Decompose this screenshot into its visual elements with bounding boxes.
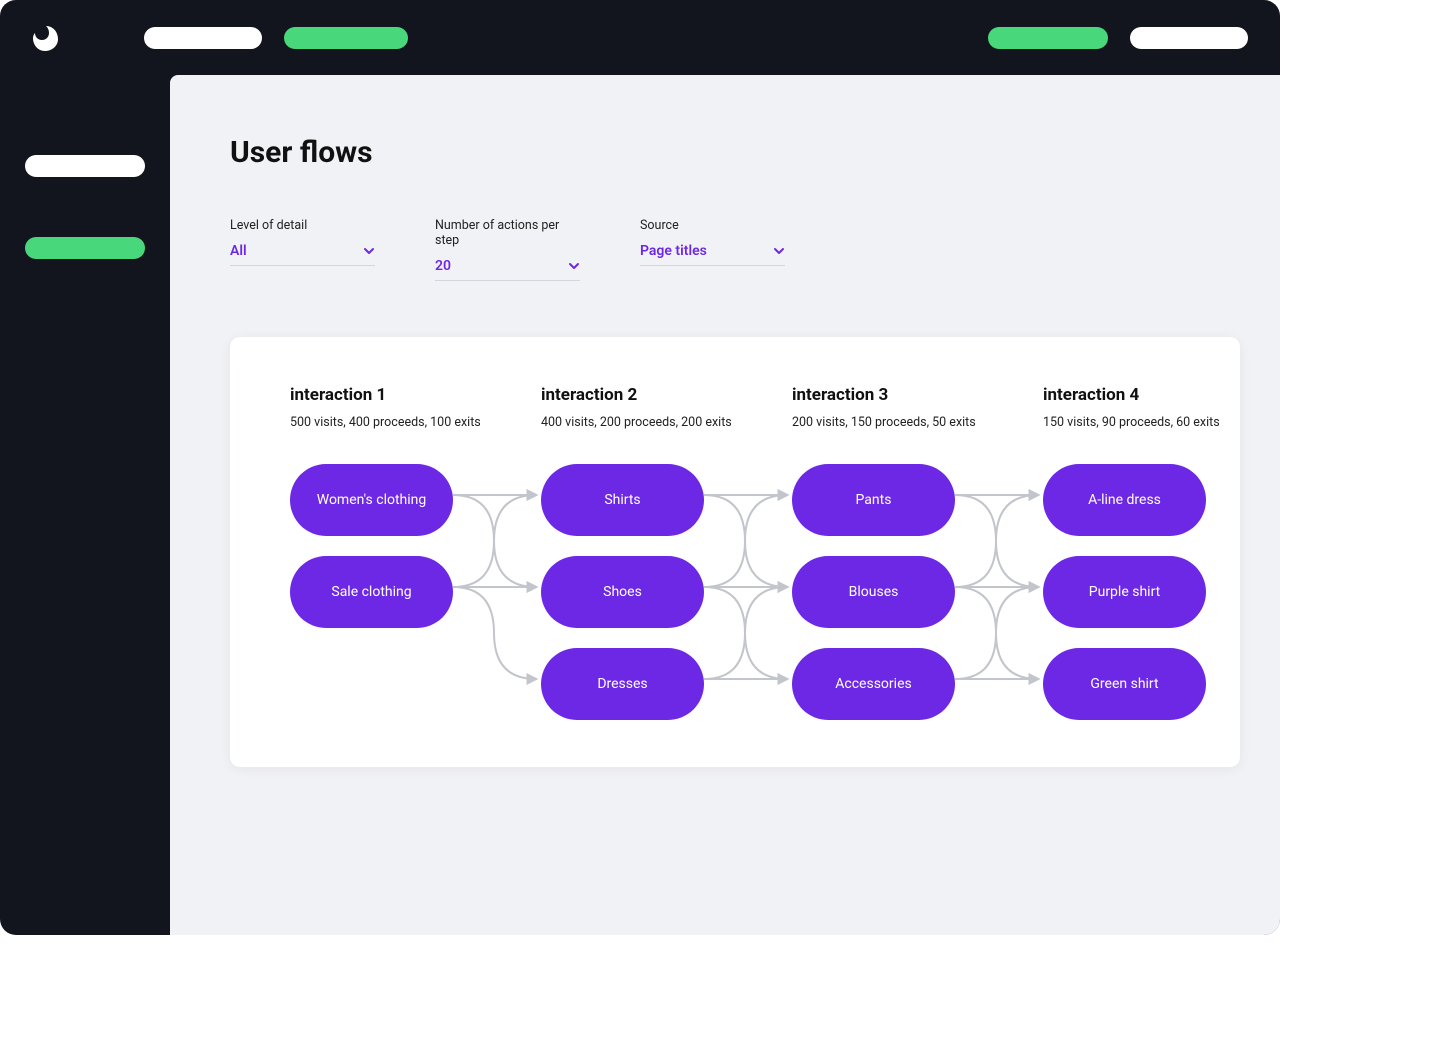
- filter-value: Page titles: [640, 243, 707, 259]
- page-title: User flows: [230, 135, 1280, 170]
- flow-column: interaction 4 150 visits, 90 proceeds, 6…: [1043, 385, 1206, 720]
- flow-node[interactable]: Green shirt: [1043, 648, 1206, 720]
- flow-column: interaction 2 400 visits, 200 proceeds, …: [541, 385, 704, 720]
- chevron-down-icon: [568, 260, 580, 272]
- flow-column-title: interaction 3: [792, 385, 955, 405]
- flow-column-stats: 400 visits, 200 proceeds, 200 exits: [541, 415, 704, 430]
- flow-diagram: interaction 1 500 visits, 400 proceeds, …: [290, 385, 1210, 715]
- flow-columns: interaction 1 500 visits, 400 proceeds, …: [290, 385, 1210, 720]
- flow-column-title: interaction 1: [290, 385, 453, 405]
- flow-node[interactable]: Sale clothing: [290, 556, 453, 628]
- filter-level-of-detail: Level of detail All: [230, 218, 375, 281]
- flow-column-stats: 200 visits, 150 proceeds, 50 exits: [792, 415, 955, 430]
- topbar-action-primary[interactable]: [988, 27, 1108, 49]
- flow-column: interaction 3 200 visits, 150 proceeds, …: [792, 385, 955, 720]
- flow-column-stats: 500 visits, 400 proceeds, 100 exits: [290, 415, 453, 430]
- filter-level-of-detail-select[interactable]: All: [230, 243, 375, 266]
- flow-node[interactable]: A-line dress: [1043, 464, 1206, 536]
- filter-actions-per-step: Number of actions per step 20: [435, 218, 580, 281]
- filter-source-select[interactable]: Page titles: [640, 243, 785, 266]
- flow-node[interactable]: Dresses: [541, 648, 704, 720]
- brand-logo-icon: [32, 24, 60, 52]
- filter-source: Source Page titles: [640, 218, 785, 281]
- sidebar: [0, 75, 170, 935]
- topbar: [0, 0, 1280, 75]
- filter-label: Source: [640, 218, 785, 233]
- filter-value: All: [230, 243, 247, 259]
- flow-node[interactable]: Accessories: [792, 648, 955, 720]
- topbar-action-secondary[interactable]: [1130, 27, 1248, 49]
- flow-column-stats: 150 visits, 90 proceeds, 60 exits: [1043, 415, 1206, 430]
- filters-row: Level of detail All Number of actions pe…: [230, 218, 1280, 281]
- sidebar-nav-item-2-active[interactable]: [25, 237, 145, 259]
- flow-column-title: interaction 2: [541, 385, 704, 405]
- topbar-nav-item-1[interactable]: [144, 27, 262, 49]
- chevron-down-icon: [773, 245, 785, 257]
- flow-column: interaction 1 500 visits, 400 proceeds, …: [290, 385, 453, 720]
- topbar-nav-item-2-active[interactable]: [284, 27, 408, 49]
- main-panel: User flows Level of detail All Number of…: [170, 75, 1280, 935]
- flow-node[interactable]: Purple shirt: [1043, 556, 1206, 628]
- sidebar-nav-item-1[interactable]: [25, 155, 145, 177]
- app-frame: User flows Level of detail All Number of…: [0, 0, 1280, 935]
- flow-column-title: interaction 4: [1043, 385, 1206, 405]
- flow-node[interactable]: Shirts: [541, 464, 704, 536]
- user-flow-card: interaction 1 500 visits, 400 proceeds, …: [230, 337, 1240, 767]
- flow-node[interactable]: Pants: [792, 464, 955, 536]
- filter-value: 20: [435, 258, 451, 274]
- flow-node[interactable]: Blouses: [792, 556, 955, 628]
- chevron-down-icon: [363, 245, 375, 257]
- filter-label: Level of detail: [230, 218, 375, 233]
- filter-label: Number of actions per step: [435, 218, 580, 248]
- flow-node[interactable]: Women's clothing: [290, 464, 453, 536]
- filter-actions-per-step-select[interactable]: 20: [435, 258, 580, 281]
- flow-node[interactable]: Shoes: [541, 556, 704, 628]
